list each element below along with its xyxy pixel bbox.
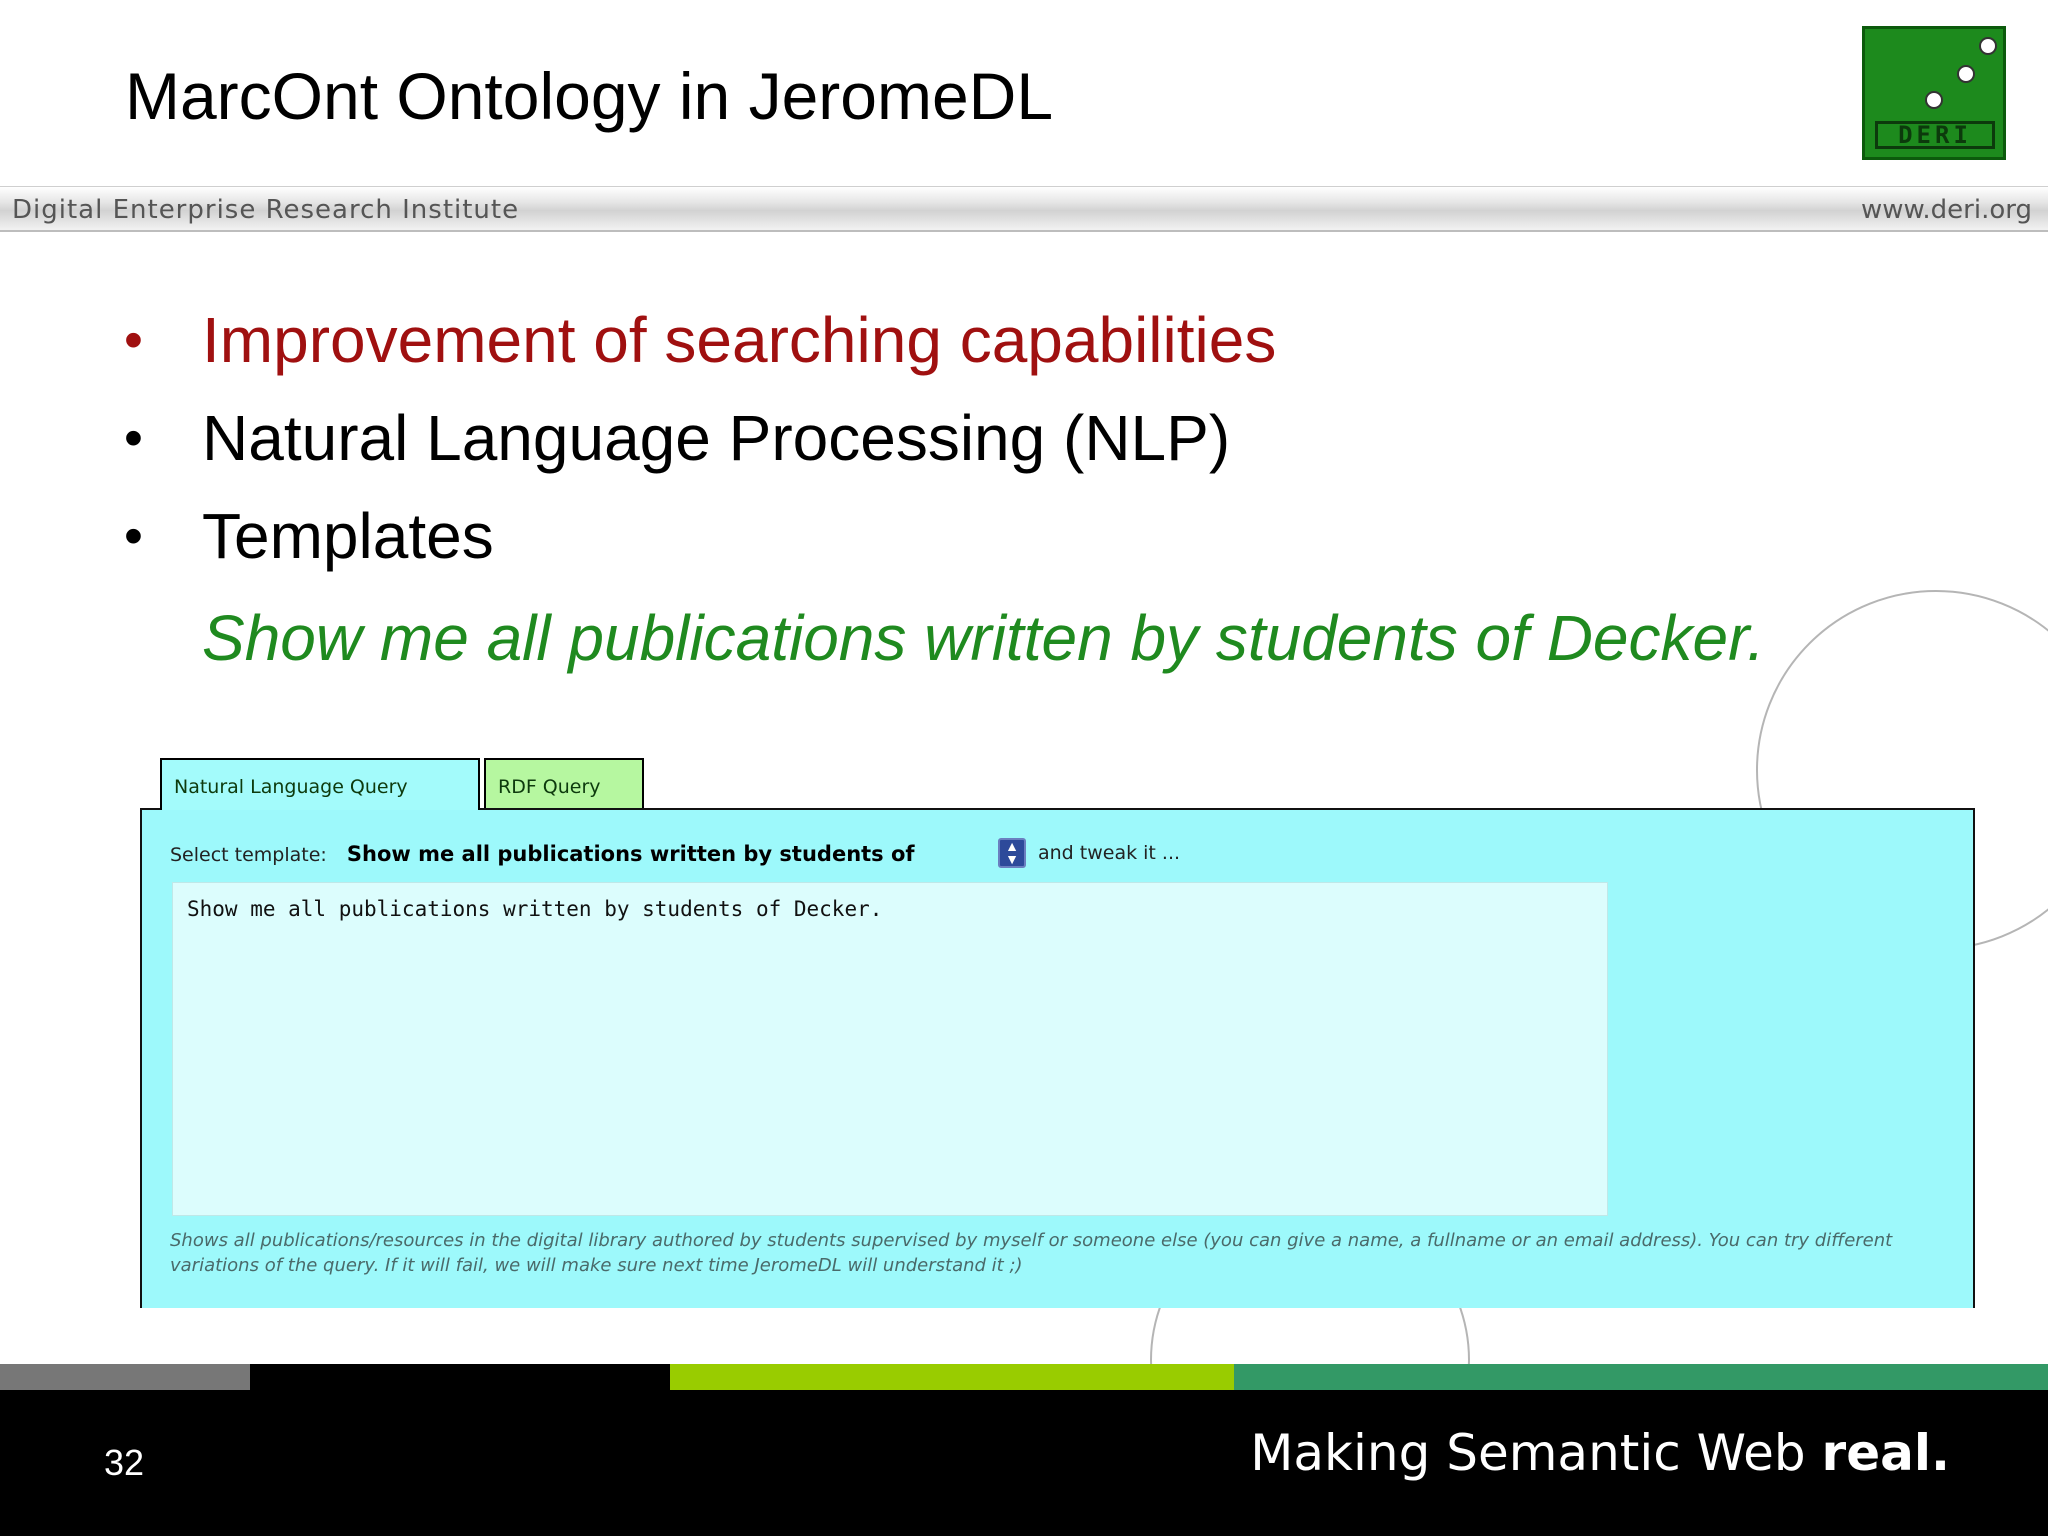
stripe-gray xyxy=(0,1364,250,1390)
deri-logo: DERI xyxy=(1862,26,2006,160)
tab-rdf-query[interactable]: RDF Query xyxy=(484,758,644,808)
bullet-item: • Natural Language Processing (NLP) xyxy=(120,398,1920,496)
slogan: Making Semantic Web real. xyxy=(1250,1424,1950,1482)
select-arrows-icon[interactable]: ▲ ▼ xyxy=(998,838,1026,868)
bullet-icon: • xyxy=(124,408,143,468)
template-label: Select template: xyxy=(170,844,327,866)
footer-stripes xyxy=(0,1364,2048,1390)
footer-bar: 32 Making Semantic Web real. xyxy=(0,1390,2048,1536)
logo-dot-icon xyxy=(1925,91,1943,109)
query-panel: Select template: Show me all publication… xyxy=(140,808,1975,1308)
bullet-list: • Improvement of searching capabilities … xyxy=(120,300,1920,594)
header-band: Digital Enterprise Research Institute ww… xyxy=(0,186,2048,232)
stripe-green xyxy=(1234,1364,2048,1390)
stripe-black xyxy=(250,1364,670,1390)
bullet-text: Improvement of searching capabilities xyxy=(202,304,1277,376)
bullet-item: • Improvement of searching capabilities xyxy=(120,300,1920,398)
query-textarea[interactable]: Show me all publications written by stud… xyxy=(172,882,1608,1216)
template-select[interactable]: Show me all publications written by stud… xyxy=(347,842,915,866)
help-text: Shows all publications/resources in the … xyxy=(170,1230,1893,1276)
stripe-lime xyxy=(670,1364,1234,1390)
website-url: www.deri.org xyxy=(1861,195,2032,225)
example-query: Show me all publications written by stud… xyxy=(202,602,1765,674)
page-number: 32 xyxy=(104,1442,145,1483)
logo-text: DERI xyxy=(1875,121,1995,149)
template-after-text: and tweak it ... xyxy=(1038,842,1181,864)
bullet-text: Natural Language Processing (NLP) xyxy=(202,402,1231,474)
tab-natural-language-query[interactable]: Natural Language Query xyxy=(160,758,480,810)
logo-dot-icon xyxy=(1957,65,1975,83)
bullet-item: • Templates xyxy=(120,496,1920,594)
bullet-text: Templates xyxy=(202,500,494,572)
template-row: Select template: Show me all publication… xyxy=(170,842,973,866)
slogan-regular: Making Semantic Web xyxy=(1250,1424,1822,1482)
bullet-icon: • xyxy=(124,310,143,370)
bullet-icon: • xyxy=(124,506,143,566)
slide-title: MarcOnt Ontology in JeromeDL xyxy=(125,59,1054,133)
query-ui-screenshot: Natural Language Query RDF Query Select … xyxy=(140,758,1975,1308)
institute-name: Digital Enterprise Research Institute xyxy=(12,195,520,225)
logo-dot-icon xyxy=(1979,37,1997,55)
slogan-bold: real. xyxy=(1821,1424,1950,1482)
